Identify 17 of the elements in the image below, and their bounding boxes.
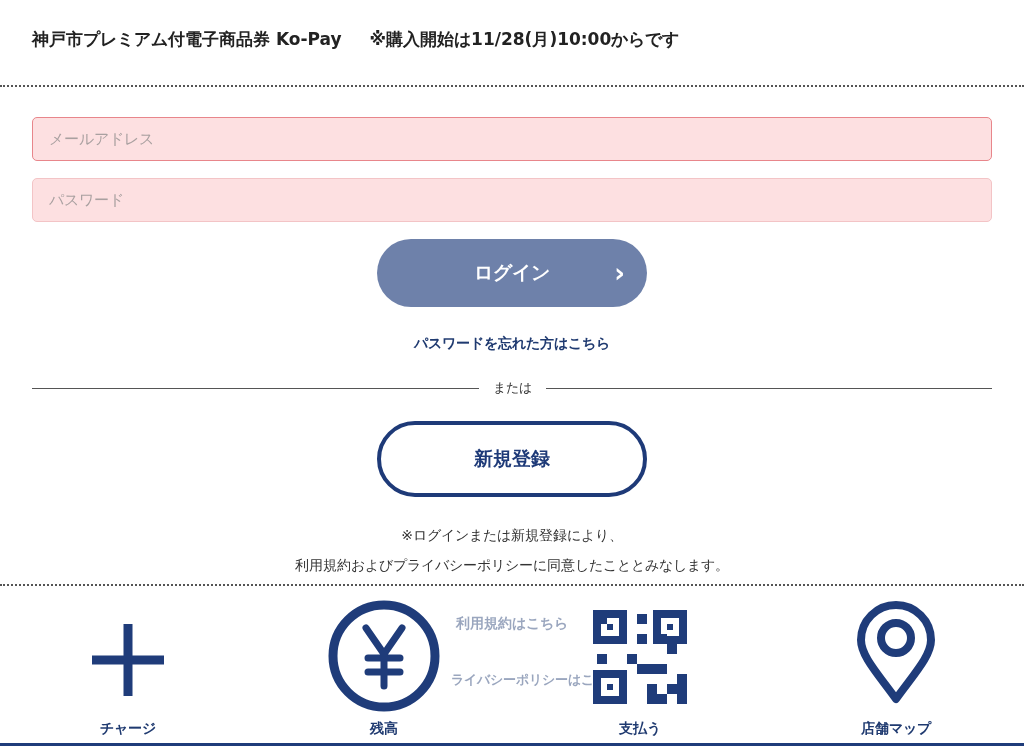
page-title: 神戸市プレミアム付電子商品券 Ko-Pay bbox=[32, 28, 342, 51]
qr-code-icon[interactable] bbox=[593, 610, 687, 704]
input-field[interactable]: メールアドレス bbox=[32, 117, 992, 161]
nav-label[interactable]: 支払う bbox=[619, 720, 661, 738]
consent-note: 利用規約およびプライバシーポリシーに同意したこととみなします。 bbox=[295, 557, 729, 575]
plus-icon[interactable] bbox=[92, 624, 164, 696]
divider-text: または bbox=[492, 379, 532, 397]
nav-label[interactable]: 残高 bbox=[370, 720, 398, 738]
consent-note: ※ログインまたは新規登録により、 bbox=[401, 527, 623, 545]
yen-icon[interactable] bbox=[328, 600, 440, 712]
map-pin-icon[interactable] bbox=[856, 600, 936, 704]
nav-label[interactable]: チャージ bbox=[100, 720, 156, 738]
register-button[interactable]: 新規登録 bbox=[377, 421, 647, 497]
forgot-password-link[interactable]: パスワードを忘れた方はこちら bbox=[414, 335, 610, 353]
input-field[interactable]: パスワード bbox=[32, 178, 992, 222]
nav-label[interactable]: 店舗マップ bbox=[861, 720, 931, 738]
purchase-notice: ※購入開始は11/28(月)10:00からです bbox=[369, 28, 680, 51]
